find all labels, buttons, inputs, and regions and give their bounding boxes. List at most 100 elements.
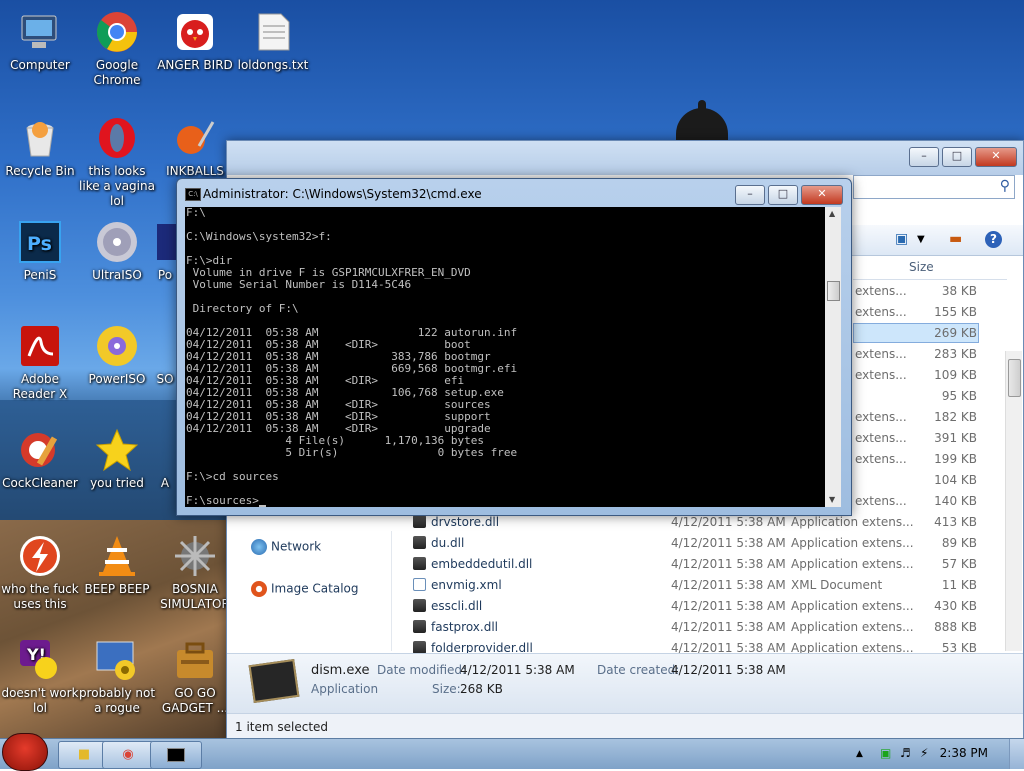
console-output[interactable]: F:\ C:\Windows\system32>f: F:\>dir Volume … <box>185 207 826 507</box>
image-catalog-icon <box>251 581 267 597</box>
details-pane: dism.exe Application Date modified: 4/12… <box>227 653 1023 714</box>
column-header-size[interactable]: Size <box>853 255 1007 280</box>
console-line: F:\ <box>186 207 206 219</box>
search-icon[interactable]: ⚲ <box>1000 178 1010 194</box>
navigation-pane: Network Image Catalog <box>227 531 392 651</box>
ccleaner-icon <box>21 433 58 467</box>
poweriso-icon <box>97 326 137 366</box>
console-line: 5 Dir(s) 0 bytes free <box>186 446 518 459</box>
console-line: Directory of F:\ <box>186 302 299 315</box>
cmd-maximize-button[interactable]: □ <box>768 185 798 205</box>
chevron-down-icon[interactable]: ▼ <box>917 234 925 245</box>
details-size: 268 KB <box>460 682 503 696</box>
xml-file-icon <box>413 578 426 591</box>
cmd-close-button[interactable]: ✕ <box>801 185 843 205</box>
folder-icon: ■ <box>77 747 91 762</box>
console-line: Volume Serial Number is D114-5C46 <box>186 278 412 291</box>
dll-file-icon <box>413 515 426 528</box>
yahoo-icon: Y! <box>20 640 57 679</box>
preview-pane-icon[interactable]: ▬ <box>949 231 962 247</box>
console-scrollbar-thumb[interactable] <box>827 281 840 301</box>
star-icon <box>95 428 139 472</box>
help-icon[interactable]: ? <box>985 231 1002 248</box>
desktop-icon-probably-not-a-rogue[interactable]: probably not a rogue <box>77 636 157 716</box>
power-icon[interactable]: ⚡ <box>920 746 928 760</box>
text-cursor <box>258 505 266 507</box>
search-input[interactable]: ⚲ <box>853 175 1015 199</box>
desktop-icon-opera[interactable]: this looks like a vagina lol <box>77 114 157 209</box>
desktop-icon-recycle-bin[interactable]: Recycle Bin <box>0 114 80 179</box>
desktop-icon-ccleaner[interactable]: CockCleaner <box>0 426 80 491</box>
ultraiso-icon <box>97 222 137 262</box>
cmd-window[interactable]: C:\ Administrator: C:\Windows\System32\c… <box>176 178 852 516</box>
scroll-down-arrow-icon[interactable]: ▼ <box>829 495 835 504</box>
show-desktop-button[interactable] <box>1009 739 1024 769</box>
computer-icon <box>21 15 57 48</box>
desktop-icon-google-chrome[interactable]: Google Chrome <box>77 8 157 88</box>
dll-file-icon <box>413 620 426 633</box>
desktop-icon-adobe-reader[interactable]: Adobe Reader X <box>0 322 80 402</box>
chrome-icon: ◉ <box>122 747 134 762</box>
scroll-up-arrow-icon[interactable]: ▲ <box>829 209 835 218</box>
desktop-icon-photoshop[interactable]: Ps PeniS <box>0 218 80 283</box>
details-filename: dism.exe <box>311 663 370 678</box>
recycle-bin-icon <box>26 122 54 157</box>
desktop: Computer Google Chrome ANGER BIRD loldon… <box>0 0 1024 738</box>
settings-icon <box>96 641 135 680</box>
angry-bird-icon <box>177 14 213 50</box>
console-scrollbar[interactable]: ▲ ▼ <box>825 207 841 507</box>
desktop-icon-poweriso[interactable]: PowerISO <box>77 322 157 387</box>
desktop-icon-computer[interactable]: Computer <box>0 8 80 73</box>
taskbar-chrome-button[interactable]: ◉ <box>102 741 154 769</box>
desktop-icon-beep-beep[interactable]: BEEP BEEP <box>77 532 157 597</box>
explorer-maximize-button[interactable]: □ <box>942 147 972 167</box>
details-date-created: 4/12/2011 5:38 AM <box>671 663 786 677</box>
desktop-icon-flash[interactable]: who the fuck uses this <box>0 532 80 612</box>
start-button[interactable] <box>2 733 48 771</box>
desktop-icon-anger-bird[interactable]: ANGER BIRD <box>155 8 235 73</box>
gadget-icon <box>177 642 213 678</box>
text-file-icon <box>258 13 290 51</box>
desktop-icon-ultraiso[interactable]: UltraISO <box>77 218 157 283</box>
adobe-reader-icon <box>21 326 59 366</box>
console-line: F:\>cd sources <box>186 470 279 483</box>
details-filetype: Application <box>311 682 379 696</box>
photoshop-icon: Ps <box>19 221 61 263</box>
desktop-icon-you-tried[interactable]: you tried <box>77 426 157 491</box>
application-file-icon <box>248 658 300 704</box>
status-bar: 1 item selected <box>227 713 1023 738</box>
cmd-minimize-button[interactable]: – <box>735 185 765 205</box>
vlc-icon <box>99 536 135 576</box>
cmd-icon <box>167 747 185 762</box>
scrollbar-thumb[interactable] <box>1008 359 1021 397</box>
taskbar: ■ ◉ ▲ ▣ ♬ ⚡ 2:38 PM <box>0 733 1024 771</box>
network-tray-icon[interactable]: ▣ <box>880 746 891 760</box>
desktop-icon-bosnia-simulator[interactable]: BOSNIA SIMULATOR <box>155 532 235 612</box>
taskbar-cmd-button[interactable] <box>150 741 202 769</box>
file-list-scrollbar[interactable] <box>1005 351 1022 651</box>
bosnia-icon <box>175 536 215 576</box>
taskbar-clock[interactable]: 2:38 PM <box>940 746 988 760</box>
desktop-icon-yahoo[interactable]: Y! doesn't work lol <box>0 636 80 716</box>
volume-icon[interactable]: ♬ <box>900 746 911 760</box>
desktop-icon-loldongs[interactable]: loldongs.txt <box>233 8 313 73</box>
opera-icon <box>99 118 135 158</box>
dll-file-icon <box>413 599 426 612</box>
wallpaper-tower <box>676 100 728 142</box>
inkball-icon <box>177 121 215 154</box>
view-options-icon[interactable]: ▣ <box>895 231 908 247</box>
desktop-icon-inkballs[interactable]: INKBALLS <box>155 114 235 179</box>
chrome-icon <box>97 12 137 52</box>
nav-item-image-catalog[interactable]: Image Catalog <box>251 581 358 597</box>
console-line: C:\Windows\system32>f: <box>186 230 332 243</box>
desktop-icon-go-go-gadget[interactable]: GO GO GADGET ... <box>155 636 235 716</box>
explorer-titlebar[interactable]: – □ ✕ <box>227 141 1023 175</box>
explorer-close-button[interactable]: ✕ <box>975 147 1017 167</box>
nav-item-network[interactable]: Network <box>251 539 321 555</box>
tray-expand-icon[interactable]: ▲ <box>856 749 863 759</box>
explorer-minimize-button[interactable]: – <box>909 147 939 167</box>
console-prompt[interactable]: F:\sources> <box>186 495 826 507</box>
